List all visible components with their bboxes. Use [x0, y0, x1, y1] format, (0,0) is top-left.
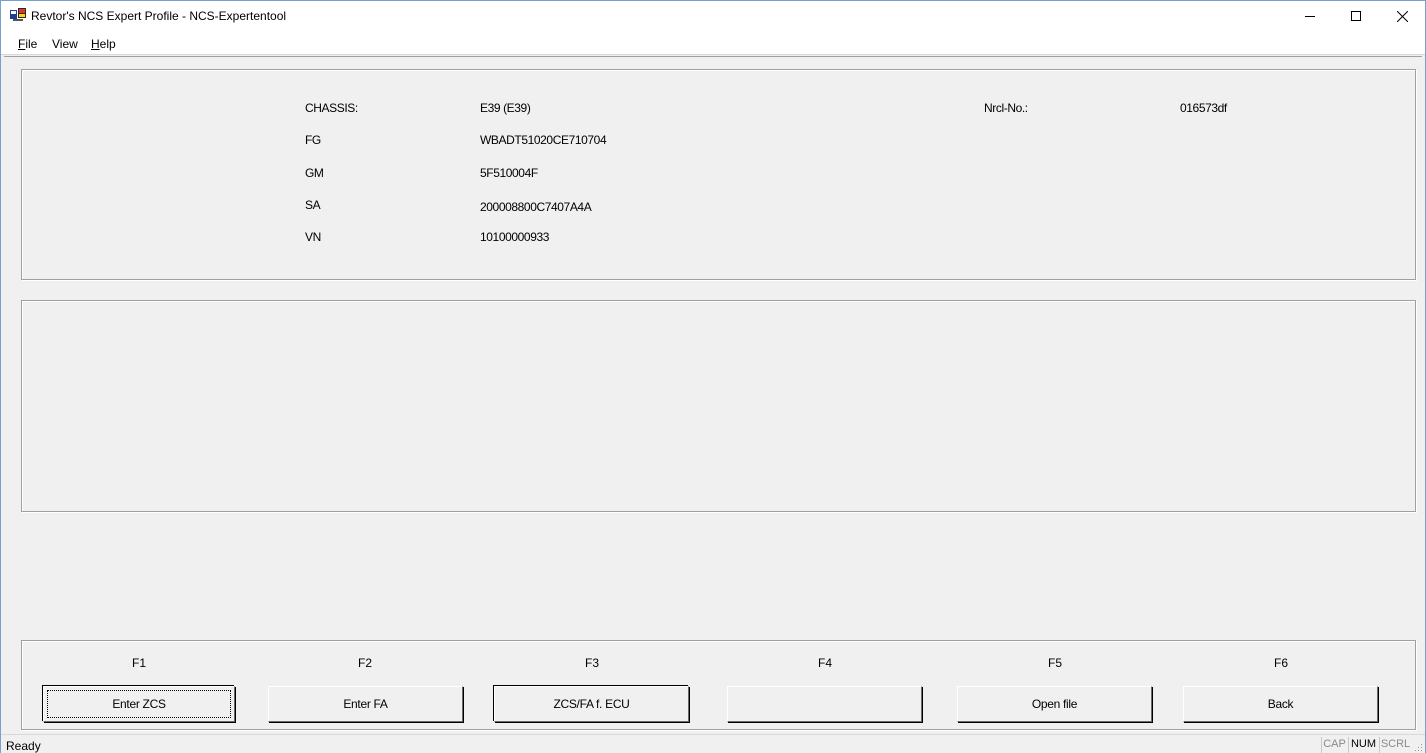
enter-zcs-button[interactable]: Enter ZCS — [43, 686, 235, 722]
resize-grip-icon[interactable] — [1413, 741, 1423, 751]
app-window: Revtor's NCS Expert Profile - NCS-Expert… — [0, 0, 1426, 753]
f6-key-label: F6 — [1273, 656, 1288, 670]
app-icon — [10, 8, 26, 22]
sa-label: SA — [305, 198, 321, 212]
status-bar: Ready CAP NUM SCRL — [1, 734, 1425, 753]
fg-label: FG — [305, 133, 321, 147]
status-text: Ready — [6, 739, 41, 753]
maximize-icon — [1351, 11, 1361, 21]
fg-value: WBADT51020CE710704 — [480, 133, 607, 147]
sa-value: 200008800C7407A4A — [480, 200, 592, 214]
f2-key-label: F2 — [357, 656, 372, 670]
enter-fa-button[interactable]: Enter FA — [268, 686, 463, 722]
window-title: Revtor's NCS Expert Profile - NCS-Expert… — [31, 9, 287, 23]
message-panel — [21, 300, 1416, 512]
title-bar[interactable]: Revtor's NCS Expert Profile - NCS-Expert… — [1, 1, 1425, 31]
caps-lock-indicator: CAP — [1321, 737, 1347, 753]
nrcl-label: Nrcl-No.: — [984, 101, 1028, 115]
menu-view[interactable]: View — [52, 37, 78, 51]
chassis-label: CHASSIS: — [305, 101, 358, 115]
menu-file[interactable]: File — [18, 37, 37, 51]
open-file-button[interactable]: Open file — [957, 686, 1152, 722]
minimize-button[interactable] — [1287, 1, 1333, 31]
f4-key-label: F4 — [817, 656, 832, 670]
close-button[interactable] — [1379, 1, 1425, 31]
back-button[interactable]: Back — [1183, 686, 1378, 722]
chassis-value: E39 (E39) — [480, 101, 531, 115]
scroll-lock-indicator: SCRL — [1379, 737, 1411, 753]
zcs-fa-ecu-button[interactable]: ZCS/FA f. ECU — [494, 686, 689, 722]
num-lock-indicator: NUM — [1348, 737, 1378, 753]
f1-key-label: F1 — [131, 656, 146, 670]
nrcl-value: 016573df — [1180, 101, 1227, 115]
vn-label: VN — [305, 230, 321, 244]
menu-help[interactable]: Help — [91, 37, 116, 51]
menu-bar: File View Help — [1, 31, 1425, 55]
function-key-panel: F1 F2 F3 F4 F5 F6 Enter ZCS Enter FA ZCS… — [21, 640, 1416, 730]
client-area: CHASSIS: E39 (E39) FG WBADT51020CE710704… — [4, 56, 1422, 734]
vehicle-info-panel: CHASSIS: E39 (E39) FG WBADT51020CE710704… — [21, 69, 1416, 280]
maximize-button[interactable] — [1333, 1, 1379, 31]
gm-label: GM — [305, 166, 324, 180]
gm-value: 5F510004F — [480, 166, 538, 180]
f4-button[interactable] — [727, 686, 922, 722]
close-icon — [1396, 10, 1408, 22]
vn-value: 10100000933 — [480, 230, 550, 244]
f5-key-label: F5 — [1047, 656, 1062, 670]
f3-key-label: F3 — [584, 656, 599, 670]
minimize-icon — [1305, 16, 1315, 17]
